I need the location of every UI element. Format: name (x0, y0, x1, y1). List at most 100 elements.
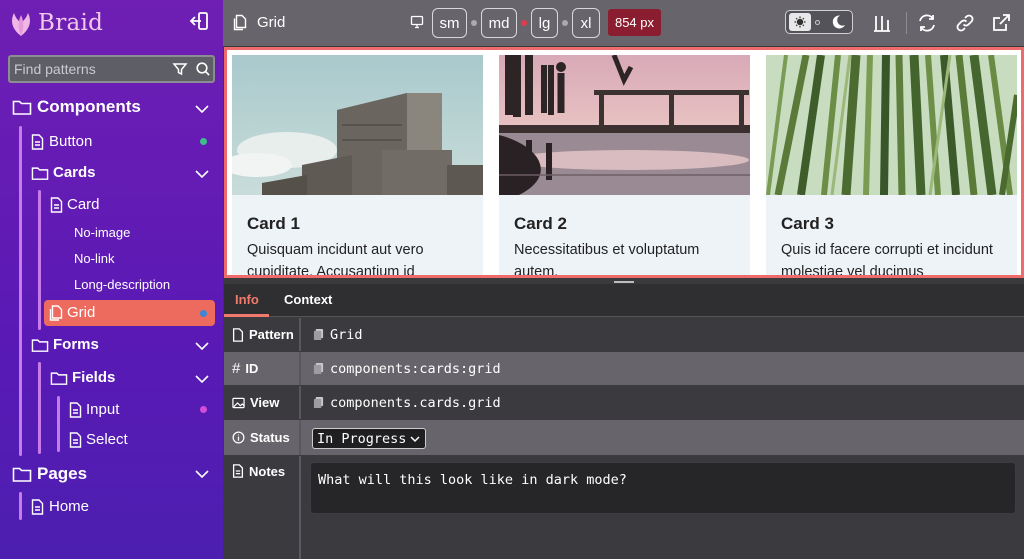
tree-line (57, 396, 60, 452)
sidebar-item-card[interactable]: Card (50, 196, 100, 213)
copy-icon[interactable] (313, 362, 324, 375)
info-value: components.cards.grid (313, 386, 501, 419)
filter-icon[interactable] (172, 61, 188, 77)
sidebar-item-cards[interactable]: Cards (31, 164, 96, 181)
viewport-width-badge: 854 px (608, 9, 661, 36)
copy-icon[interactable] (313, 396, 324, 409)
notes-textarea[interactable]: What will this look like in dark mode? (310, 462, 1016, 514)
chevron-down-icon[interactable] (194, 166, 210, 182)
sidebar-item-label: Input (86, 401, 120, 418)
tab-info[interactable]: Info (235, 292, 259, 307)
chevron-down-icon[interactable] (194, 101, 210, 117)
sun-icon[interactable] (789, 13, 811, 31)
active-tab-indicator (224, 314, 269, 317)
sidebar-item-label: Components (37, 97, 141, 116)
breakpoint-separator (471, 20, 477, 26)
search-input[interactable] (10, 61, 160, 77)
panel-resize-handle[interactable] (614, 281, 634, 283)
status-select[interactable]: In Progress (312, 428, 426, 449)
card-title: Card 2 (514, 214, 567, 233)
brand[interactable]: Braid (10, 8, 103, 38)
file-copy-icon (233, 14, 247, 36)
sidebar-item-label: Fields (72, 369, 116, 386)
chevron-down-icon[interactable] (194, 371, 210, 387)
card-image-building (232, 55, 483, 195)
sidebar-item-select[interactable]: Select (69, 431, 128, 448)
sidebar-item-fields[interactable]: Fields (50, 369, 115, 386)
sidebar-item-components[interactable]: Components (12, 97, 141, 117)
moon-icon[interactable] (828, 13, 848, 36)
card-image-pier (499, 55, 750, 195)
sidebar-item-home[interactable]: Home (31, 498, 89, 515)
card[interactable]: Card 1 Quisquam incidunt aut vero cupidi… (232, 55, 483, 275)
tab-context[interactable]: Context (284, 292, 332, 307)
sidebar-item-label: Grid (67, 304, 96, 321)
search-icon[interactable] (195, 61, 211, 77)
pattern-view-value: components.cards.grid (330, 394, 501, 411)
image-icon (232, 397, 245, 408)
sidebar-item-pages[interactable]: Pages (12, 464, 87, 484)
theme-toggle[interactable] (785, 10, 853, 34)
info-key-label: ID (245, 361, 259, 376)
file-icon (232, 464, 244, 478)
info-row-id: # ID components:cards:grid (224, 352, 1024, 385)
card[interactable]: Card 3 Quis id facere corrupti et incidu… (766, 55, 1017, 275)
sidebar-item-forms[interactable]: Forms (31, 336, 99, 353)
file-icon (69, 431, 82, 448)
breakpoint-lg-button[interactable]: lg (531, 8, 558, 38)
info-row-status: Status In Progress (224, 420, 1024, 455)
folder-icon (12, 100, 32, 115)
card-description: Quisquam incidunt aut vero cupiditate. A… (247, 242, 424, 275)
info-panel: Info Context Pattern Grid # ID component… (224, 284, 1024, 559)
breakpoint-xl-button[interactable]: xl (572, 8, 600, 38)
collapse-sidebar-icon[interactable] (188, 10, 210, 32)
sidebar-item-no-image[interactable]: No-image (74, 225, 130, 240)
file-icon (232, 327, 244, 342)
copy-icon[interactable] (313, 328, 324, 341)
sidebar-item-button[interactable]: Button (31, 133, 92, 150)
breakpoint-current-marker (521, 20, 527, 26)
card[interactable]: Card 2 Necessitatibus et voluptatum aute… (499, 55, 750, 275)
tree-line (19, 492, 22, 520)
info-key: View (224, 386, 301, 419)
info-key-label: View (250, 395, 280, 410)
file-icon (69, 401, 82, 418)
sidebar-item-input[interactable]: Input (69, 401, 119, 418)
sidebar-item-no-link[interactable]: No-link (74, 251, 114, 266)
status-select-value: In Progress (317, 430, 407, 447)
sidebar-item-label: Button (49, 133, 93, 150)
refresh-icon[interactable] (916, 12, 938, 34)
sidebar-item-label: Long-description (74, 277, 171, 292)
sidebar-item-grid-content[interactable]: Grid (49, 304, 95, 321)
breakpoint-sm-button[interactable]: sm (432, 8, 467, 38)
info-key-label: Pattern (249, 327, 294, 342)
tree-line (38, 190, 41, 330)
search-box (8, 55, 215, 83)
breakpoint-md-button[interactable]: md (481, 8, 517, 38)
card-title: Card 1 (247, 214, 300, 233)
sidebar-item-label: Pages (37, 464, 88, 483)
sidebar-item-label: No-link (74, 251, 115, 266)
chevron-down-icon[interactable] (194, 466, 210, 482)
sidebar-item-label: Forms (53, 336, 99, 353)
link-icon[interactable] (954, 12, 976, 34)
card-title: Card 3 (781, 214, 834, 233)
breakpoint-separator (562, 20, 568, 26)
sidebar-item-long-description[interactable]: Long-description (74, 277, 170, 292)
file-icon (31, 133, 44, 150)
file-icon (50, 196, 63, 213)
panel-tabs: Info Context (224, 284, 1024, 317)
card-description: Quis id facere corrupti et incidunt mole… (781, 242, 993, 275)
external-link-icon[interactable] (990, 12, 1012, 34)
info-row-view: View components.cards.grid (224, 386, 1024, 419)
info-value: Grid (313, 318, 363, 351)
info-circle-icon (232, 431, 245, 444)
chevron-down-icon[interactable] (194, 338, 210, 354)
info-key-label: Status (250, 430, 290, 445)
hash-icon: # (232, 360, 241, 377)
file-icon (31, 498, 44, 515)
pattern-name-value: Grid (330, 326, 363, 343)
measure-icon[interactable] (871, 12, 893, 34)
chevron-down-icon (410, 436, 420, 443)
sidebar-item-label: No-image (74, 225, 131, 240)
